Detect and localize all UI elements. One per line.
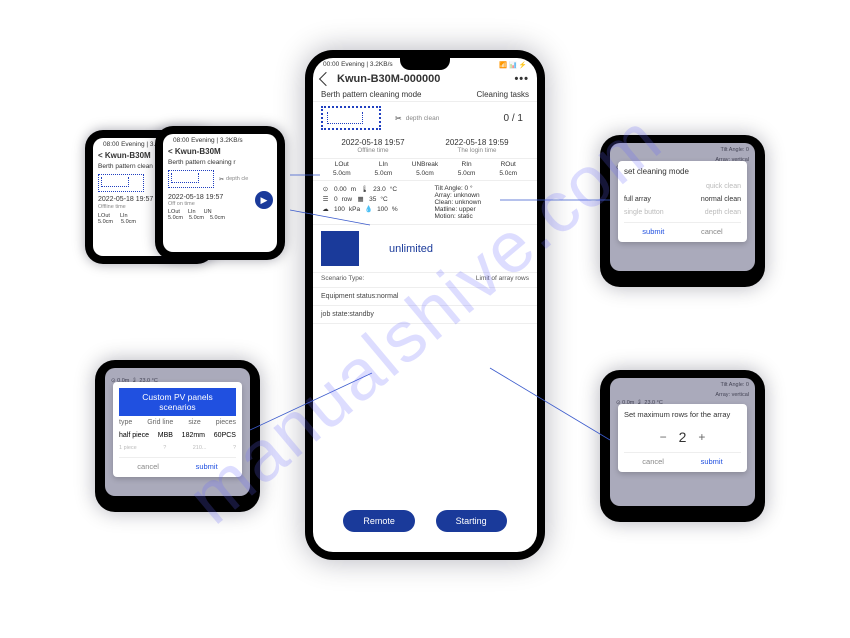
depth-clean-label: depth clean	[406, 115, 498, 122]
device-state: Tilt Angle: 0 ° Array: unknown Clean: un…	[434, 185, 529, 220]
scenario-type-icon[interactable]	[321, 231, 359, 266]
job-state: job state:standby	[313, 306, 537, 324]
cleaning-pattern-icon[interactable]	[321, 106, 381, 130]
scenario-type-label: Scenario Type:	[321, 275, 364, 282]
max-rows-card: Tilt Angle: 0 Array: vertical ⊙ 0.0m 🌡 2…	[600, 370, 765, 522]
cancel-button[interactable]: cancel	[137, 462, 159, 471]
tasks-count: 0 / 1	[498, 113, 529, 124]
array-rows-limit-value[interactable]: unlimited	[389, 243, 433, 255]
device-title: Kwun-B30M-000000	[337, 73, 440, 85]
submit-button[interactable]: submit	[701, 457, 723, 466]
phone-notch	[400, 58, 450, 70]
custom-pv-modal-title: Custom PV panels scenarios	[119, 388, 236, 416]
starting-button[interactable]: Starting	[436, 510, 507, 532]
more-icon[interactable]: •••	[514, 73, 529, 85]
remote-button[interactable]: Remote	[343, 510, 415, 532]
submit-button[interactable]: submit	[642, 227, 664, 236]
sensor-readings: ⊙0.00m🌡23.0°C ☰0row▦35°C ☁100kPa💧100%	[321, 185, 434, 220]
custom-pv-panels-card: ⊙ 0.0m 🌡 23.0 °C Custom PV panels scenar…	[95, 360, 260, 512]
scissors-icon: ✂	[395, 114, 402, 123]
max-rows-title: Set maximum rows for the array	[624, 410, 741, 419]
play-fab-icon[interactable]: ▶	[255, 191, 273, 209]
cancel-button[interactable]: cancel	[701, 227, 723, 236]
cleaning-mode-title: set cleaning mode	[624, 167, 741, 176]
increment-button[interactable]: +	[698, 430, 705, 444]
cleaning-mode-card: Tilt Angle: 0 Array: vertical ⊙ 0.0m 🌡 2…	[600, 135, 765, 287]
full-array-option[interactable]: full array	[624, 196, 651, 203]
title-bar: Kwun-B30M-000000 •••	[313, 70, 537, 88]
cleaning-mode-label: Berth pattern cleaning mode	[321, 90, 477, 99]
cancel-button[interactable]: cancel	[642, 457, 664, 466]
limit-rows-label: Limit of array rows	[476, 275, 529, 282]
offline-time-label: Offline time	[341, 147, 404, 154]
equipment-status: Equipment status:normal	[313, 288, 537, 306]
login-time-label: The login time	[445, 147, 508, 154]
back-icon[interactable]	[319, 72, 333, 86]
max-rows-value: 2	[679, 429, 687, 445]
login-time-value: 2022-05-18 19:59	[445, 138, 508, 147]
offline-time-value: 2022-05-18 19:57	[341, 138, 404, 147]
center-phone: 00:00 Evening | 3.2KB/s 📶 📊 ⚡ Kwun-B30M-…	[305, 50, 545, 560]
cleaning-tasks-label: Cleaning tasks	[477, 90, 529, 99]
decrement-button[interactable]: −	[660, 430, 667, 444]
normal-clean-option[interactable]: normal clean	[701, 196, 741, 203]
screenshot-thumbnails: 08:00 Evening | 3.2KB/s < Kwun-B30M Bert…	[85, 130, 295, 280]
submit-button[interactable]: submit	[196, 462, 218, 471]
